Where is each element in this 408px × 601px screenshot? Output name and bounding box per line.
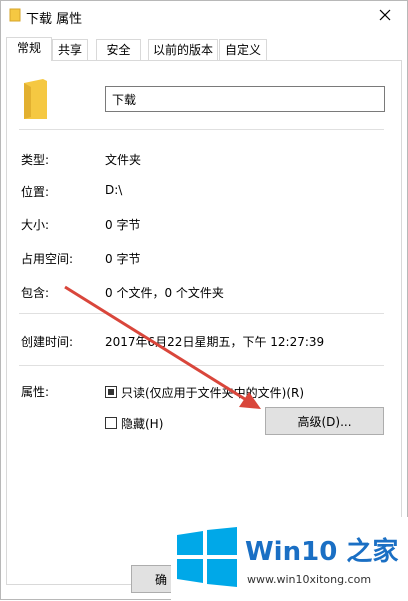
hidden-checkbox[interactable]	[105, 417, 117, 429]
folder-name-input[interactable]	[105, 86, 385, 112]
tab-customize[interactable]: 自定义	[219, 39, 267, 60]
size-on-disk-label: 占用空间:	[21, 252, 74, 266]
size-label: 大小:	[21, 218, 50, 232]
close-button[interactable]	[363, 1, 407, 29]
size-value: 0 字节	[105, 218, 141, 232]
folder-large-icon	[24, 79, 47, 119]
type-value: 文件夹	[105, 153, 142, 167]
size-on-disk-value: 0 字节	[105, 252, 141, 266]
tab-general[interactable]: 常规	[6, 37, 52, 61]
tab-sharing[interactable]: 共享	[52, 39, 88, 60]
watermark-url: www.win10xitong.com	[247, 573, 372, 586]
tab-previous-versions[interactable]: 以前的版本	[148, 39, 218, 60]
title-bar: 下载 属性	[1, 1, 407, 31]
watermark-logo: Win10 之家 www.win10xitong.com	[171, 517, 408, 601]
tab-security[interactable]: 安全	[96, 39, 141, 60]
contains-label: 包含:	[21, 286, 50, 300]
location-value: D:\	[105, 183, 123, 197]
watermark-brand: Win10 之家	[245, 537, 399, 567]
windows-logo-icon	[177, 527, 237, 587]
close-icon	[379, 9, 391, 21]
hidden-label: 隐藏(H)	[121, 417, 164, 431]
separator	[19, 129, 384, 130]
advanced-button[interactable]: 高级(D)...	[265, 407, 384, 435]
location-label: 位置:	[21, 185, 50, 199]
type-label: 类型:	[21, 153, 50, 167]
folder-icon	[9, 8, 21, 22]
annotation-arrow	[64, 285, 261, 409]
attributes-label: 属性:	[21, 385, 50, 399]
properties-window: 下载 属性 常规 共享 安全 以前的版本 自定义 类型: 文件夹 位置: D:\…	[0, 0, 408, 601]
window-title: 下载 属性	[26, 12, 83, 27]
